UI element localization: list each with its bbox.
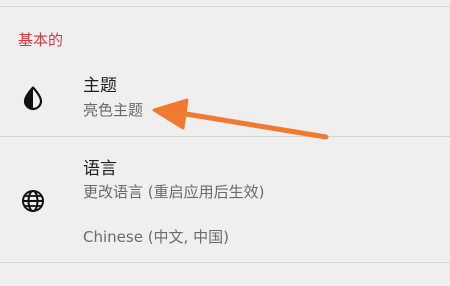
- settings-row-language[interactable]: 语言 更改语言 (重启应用后生效) Chinese (中文, 中国): [0, 137, 450, 261]
- theme-title: 主题: [83, 76, 117, 96]
- globe-icon: [19, 187, 47, 215]
- language-subtitle: 更改语言 (重启应用后生效): [83, 183, 265, 201]
- language-title: 语言: [83, 159, 117, 179]
- language-current-value: Chinese (中文, 中国): [83, 228, 229, 246]
- bottom-divider: [0, 262, 450, 263]
- top-divider: [0, 6, 450, 7]
- section-header-basic: 基本的: [18, 31, 64, 49]
- theme-subtitle: 亮色主题: [83, 101, 144, 119]
- settings-row-theme[interactable]: 主题 亮色主题: [0, 68, 450, 134]
- contrast-icon: [19, 84, 47, 112]
